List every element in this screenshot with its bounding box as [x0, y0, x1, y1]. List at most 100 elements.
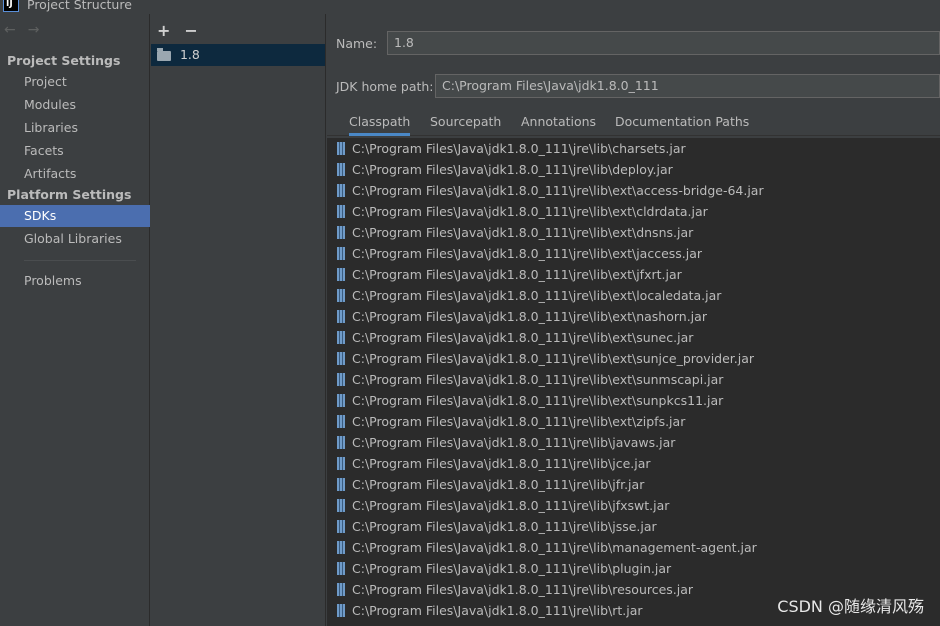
list-item[interactable]: C:\Program Files\Java\jdk1.8.0_111\jre\l…: [327, 180, 940, 201]
classpath-entry-path: C:\Program Files\Java\jdk1.8.0_111\jre\l…: [352, 330, 694, 345]
classpath-entry-path: C:\Program Files\Java\jdk1.8.0_111\jre\l…: [352, 351, 755, 366]
jar-file-icon: [337, 163, 345, 176]
jar-file-icon: [337, 541, 345, 554]
jar-file-icon: [337, 394, 345, 407]
window-title: Project Structure: [27, 0, 132, 12]
classpath-list[interactable]: C:\Program Files\Java\jdk1.8.0_111\jre\l…: [327, 138, 940, 626]
jar-file-icon: [337, 310, 345, 323]
jar-file-icon: [337, 373, 345, 386]
classpath-entry-path: C:\Program Files\Java\jdk1.8.0_111\jre\l…: [352, 288, 722, 303]
jdk-home-path-label: JDK home path:: [336, 79, 434, 94]
sdk-list-panel: + − 1.8: [151, 14, 326, 626]
jar-file-icon: [337, 331, 345, 344]
list-item[interactable]: C:\Program Files\Java\jdk1.8.0_111\jre\l…: [327, 558, 940, 579]
list-item[interactable]: C:\Program Files\Java\jdk1.8.0_111\jre\l…: [327, 327, 940, 348]
list-item[interactable]: C:\Program Files\Java\jdk1.8.0_111\jre\l…: [327, 516, 940, 537]
list-item[interactable]: C:\Program Files\Java\jdk1.8.0_111\jre\l…: [327, 159, 940, 180]
classpath-entry-path: C:\Program Files\Java\jdk1.8.0_111\jre\l…: [352, 141, 686, 156]
jar-file-icon: [337, 268, 345, 281]
tab-documentation-paths[interactable]: Documentation Paths: [615, 112, 749, 136]
classpath-entry-path: C:\Program Files\Java\jdk1.8.0_111\jre\l…: [352, 540, 757, 555]
details-tabs: Classpath Sourcepath Annotations Documen…: [327, 112, 940, 136]
sidebar-item-sdks[interactable]: SDKs: [0, 205, 150, 227]
tab-sourcepath[interactable]: Sourcepath: [430, 112, 501, 136]
jdk-folder-icon: [157, 47, 171, 61]
sidebar-item-facets[interactable]: Facets: [0, 140, 150, 162]
classpath-entry-path: C:\Program Files\Java\jdk1.8.0_111\jre\l…: [352, 414, 686, 429]
list-item[interactable]: C:\Program Files\Java\jdk1.8.0_111\jre\l…: [327, 201, 940, 222]
classpath-entry-path: C:\Program Files\Java\jdk1.8.0_111\jre\l…: [352, 456, 651, 471]
sidebar-item-artifacts[interactable]: Artifacts: [0, 163, 150, 185]
jar-file-icon: [337, 247, 345, 260]
list-item[interactable]: C:\Program Files\Java\jdk1.8.0_111\jre\l…: [327, 390, 940, 411]
title-bar: Project Structure: [0, 0, 940, 14]
list-item[interactable]: C:\Program Files\Java\jdk1.8.0_111\jre\l…: [327, 306, 940, 327]
classpath-entry-path: C:\Program Files\Java\jdk1.8.0_111\jre\l…: [352, 183, 764, 198]
list-item[interactable]: C:\Program Files\Java\jdk1.8.0_111\jre\l…: [327, 285, 940, 306]
sidebar-item-global-libraries[interactable]: Global Libraries: [0, 228, 150, 250]
list-item[interactable]: C:\Program Files\Java\jdk1.8.0_111\jre\l…: [327, 474, 940, 495]
classpath-entry-path: C:\Program Files\Java\jdk1.8.0_111\jre\l…: [352, 519, 657, 534]
jar-file-icon: [337, 184, 345, 197]
list-item[interactable]: C:\Program Files\Java\jdk1.8.0_111\jre\l…: [327, 243, 940, 264]
sidebar-item-libraries[interactable]: Libraries: [0, 117, 150, 139]
list-item[interactable]: C:\Program Files\Java\jdk1.8.0_111\jre\l…: [327, 264, 940, 285]
sdk-item-label: 1.8: [179, 47, 200, 62]
sidebar-item-problems[interactable]: Problems: [0, 270, 150, 292]
classpath-entry-path: C:\Program Files\Java\jdk1.8.0_111\jre\l…: [352, 225, 694, 240]
list-item[interactable]: C:\Program Files\Java\jdk1.8.0_111\jre\l…: [327, 537, 940, 558]
list-item[interactable]: C:\Program Files\Java\jdk1.8.0_111\jre\l…: [327, 411, 940, 432]
jar-file-icon: [337, 352, 345, 365]
classpath-entry-path: C:\Program Files\Java\jdk1.8.0_111\jre\l…: [352, 162, 673, 177]
classpath-entry-path: C:\Program Files\Java\jdk1.8.0_111\jre\l…: [352, 246, 703, 261]
remove-sdk-button[interactable]: −: [184, 21, 197, 40]
add-sdk-button[interactable]: +: [157, 21, 170, 40]
sidebar-item-modules[interactable]: Modules: [0, 94, 150, 116]
list-item[interactable]: C:\Program Files\Java\jdk1.8.0_111\jre\l…: [327, 222, 940, 243]
sdk-toolbar: + −: [157, 21, 208, 41]
jar-file-icon: [337, 436, 345, 449]
name-label: Name:: [336, 36, 378, 51]
platform-settings-header: Platform Settings: [7, 187, 132, 202]
jar-file-icon: [337, 226, 345, 239]
intellij-app-icon: [3, 0, 19, 12]
left-navigation: ← → Project Settings Project Modules Libra…: [0, 14, 150, 626]
list-item[interactable]: C:\Program Files\Java\jdk1.8.0_111\jre\l…: [327, 348, 940, 369]
classpath-entry-path: C:\Program Files\Java\jdk1.8.0_111\jre\l…: [352, 393, 724, 408]
classpath-entry-path: C:\Program Files\Java\jdk1.8.0_111\jre\l…: [352, 435, 676, 450]
jar-file-icon: [337, 289, 345, 302]
jar-file-icon: [337, 142, 345, 155]
back-arrow-icon[interactable]: ←: [4, 22, 16, 38]
classpath-entry-path: C:\Program Files\Java\jdk1.8.0_111\jre\l…: [352, 267, 682, 282]
list-item[interactable]: C:\Program Files\Java\jdk1.8.0_111\jre\l…: [327, 495, 940, 516]
classpath-entry-path: C:\Program Files\Java\jdk1.8.0_111\jre\l…: [352, 498, 670, 513]
jdk-home-path-field[interactable]: C:\Program Files\Java\jdk1.8.0_111: [435, 74, 940, 98]
tab-classpath[interactable]: Classpath: [349, 112, 411, 136]
csdn-watermark: CSDN @随缘清风殇: [777, 597, 924, 616]
nav-arrows: ← →: [4, 22, 47, 42]
jar-file-icon: [337, 562, 345, 575]
tab-annotations[interactable]: Annotations: [521, 112, 596, 136]
list-item[interactable]: C:\Program Files\Java\jdk1.8.0_111\jre\l…: [327, 138, 940, 159]
jar-file-icon: [337, 415, 345, 428]
nav-divider: [24, 260, 136, 261]
classpath-entry-path: C:\Program Files\Java\jdk1.8.0_111\jre\l…: [352, 603, 643, 618]
jar-file-icon: [337, 478, 345, 491]
list-item[interactable]: C:\Program Files\Java\jdk1.8.0_111\jre\l…: [327, 432, 940, 453]
classpath-entry-path: C:\Program Files\Java\jdk1.8.0_111\jre\l…: [352, 309, 707, 324]
classpath-entry-path: C:\Program Files\Java\jdk1.8.0_111\jre\l…: [352, 477, 645, 492]
name-field[interactable]: 1.8: [387, 31, 940, 55]
list-item[interactable]: C:\Program Files\Java\jdk1.8.0_111\jre\l…: [327, 369, 940, 390]
sidebar-item-project[interactable]: Project: [0, 71, 150, 93]
jar-file-icon: [337, 583, 345, 596]
classpath-entry-path: C:\Program Files\Java\jdk1.8.0_111\jre\l…: [352, 561, 672, 576]
jar-file-icon: [337, 205, 345, 218]
classpath-entry-path: C:\Program Files\Java\jdk1.8.0_111\jre\l…: [352, 582, 694, 597]
list-item[interactable]: C:\Program Files\Java\jdk1.8.0_111\jre\l…: [327, 453, 940, 474]
classpath-entry-path: C:\Program Files\Java\jdk1.8.0_111\jre\l…: [352, 204, 708, 219]
forward-arrow-icon[interactable]: →: [28, 22, 40, 38]
jar-file-icon: [337, 457, 345, 470]
sdk-list-item[interactable]: 1.8: [151, 44, 325, 66]
sdk-details-panel: Name: 1.8 JDK home path: C:\Program File…: [327, 14, 940, 626]
classpath-entry-path: C:\Program Files\Java\jdk1.8.0_111\jre\l…: [352, 372, 724, 387]
